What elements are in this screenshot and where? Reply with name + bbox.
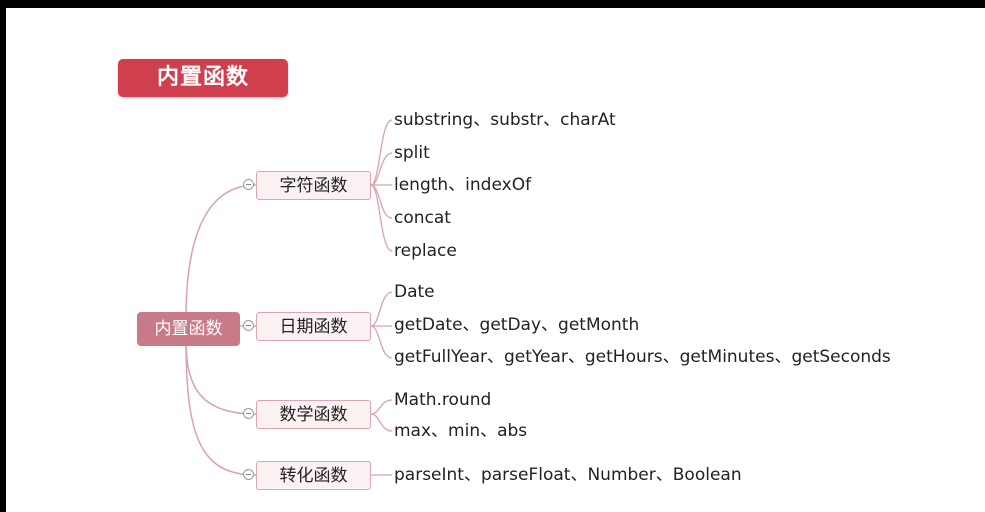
collapse-minus-icon[interactable] (243, 408, 254, 419)
leaf-concat: concat (394, 208, 451, 228)
leaf-date: Date (394, 282, 435, 302)
leaf-max-min-abs: max、min、abs (394, 421, 528, 441)
leaf-parseint: parseInt、parseFloat、Number、Boolean (394, 465, 742, 485)
leaf-replace: replace (394, 241, 457, 261)
branch-node-string-functions[interactable]: 字符函数 (256, 171, 371, 200)
connector-b2-l1 (370, 291, 393, 327)
leaf-split: split (394, 143, 430, 163)
branch-node-date-functions[interactable]: 日期函数 (256, 312, 371, 341)
leaf-getdate: getDate、getDay、getMonth (394, 315, 640, 335)
branch-node-conversion-functions[interactable]: 转化函数 (256, 461, 371, 490)
leaf-length: length、indexOf (394, 175, 532, 195)
connector-b1-l4 (370, 184, 393, 219)
collapse-minus-icon[interactable] (243, 179, 254, 190)
leaf-substring: substring、substr、charAt (394, 110, 616, 130)
connector-b3-l1 (370, 399, 393, 415)
branch-node-math-functions[interactable]: 数学函数 (256, 400, 371, 429)
connector-root-to-branch-3 (185, 339, 257, 415)
connector-root-to-branch-1 (185, 184, 257, 319)
leaf-math-round: Math.round (394, 390, 492, 410)
connector-b3-l2 (370, 413, 393, 432)
connector-b2-l3 (370, 325, 393, 359)
slide: 内置函数 内置函数 字符函数 substring、substr、charAt s… (6, 8, 985, 512)
connector-b1-l2 (370, 152, 393, 186)
mindmap-root-node[interactable]: 内置函数 (137, 312, 240, 346)
connector-b1-l5 (370, 184, 393, 252)
leaf-getfullyear: getFullYear、getYear、getHours、getMinutes、… (394, 347, 891, 367)
collapse-minus-icon[interactable] (243, 469, 254, 480)
collapse-minus-icon[interactable] (243, 320, 254, 331)
connector-b1-l1 (370, 119, 393, 186)
